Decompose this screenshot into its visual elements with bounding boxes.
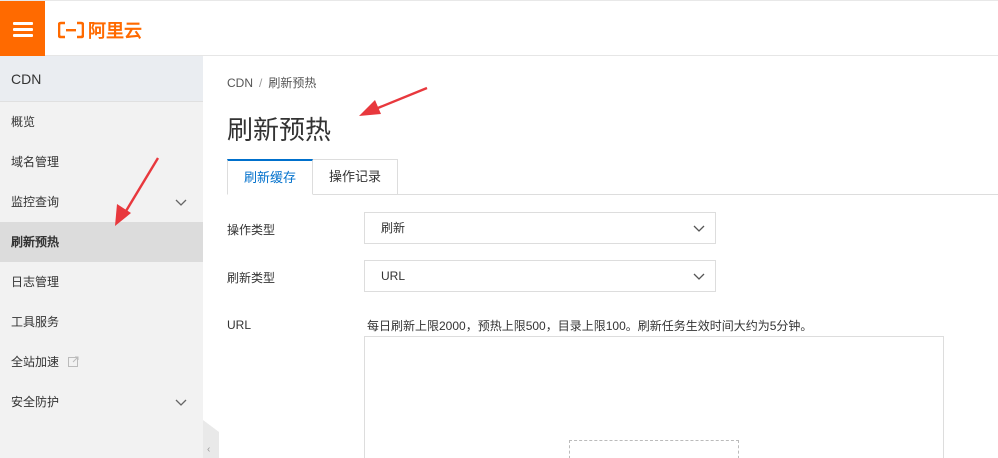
sidebar-item-refresh-preload[interactable]: 刷新预热 (0, 222, 203, 262)
sidebar-title: CDN (0, 56, 203, 102)
logo[interactable]: 阿里云 (58, 19, 142, 41)
sidebar-item-label: 域名管理 (11, 155, 60, 169)
tab-bar: 刷新缓存 操作记录 (227, 159, 399, 195)
sidebar-item-domain-management[interactable]: 域名管理 (0, 142, 203, 182)
sidebar-item-label: 日志管理 (11, 275, 60, 289)
url-hint: 每日刷新上限2000，预热上限500，目录上限100。刷新任务生效时间大约为5分… (367, 319, 813, 333)
breadcrumb-current: 刷新预热 (268, 76, 317, 90)
operation-type-value: 刷新 (381, 221, 406, 235)
hamburger-icon (12, 22, 33, 37)
chevron-down-icon (693, 225, 705, 232)
url-label: URL (227, 318, 252, 332)
sidebar-item-label: 全站加速 (11, 355, 60, 369)
external-link-icon (68, 356, 79, 368)
operation-type-select[interactable]: 刷新 (364, 212, 716, 244)
logo-text: 阿里云 (88, 21, 142, 41)
breadcrumb-separator: / (259, 76, 263, 90)
operation-type-label: 操作类型 (227, 223, 276, 237)
refresh-type-label: 刷新类型 (227, 271, 276, 285)
sidebar-item-label: 安全防护 (11, 395, 60, 409)
sidebar-item-label: 刷新预热 (11, 235, 60, 249)
sidebar: CDN 概览 域名管理 监控查询 刷新预热 日志管理 工具服务 全站加速 安全防… (0, 56, 203, 458)
sidebar-item-label: 监控查询 (11, 195, 60, 209)
breadcrumb-root[interactable]: CDN (227, 76, 253, 90)
sidebar-item-tool-services[interactable]: 工具服务 (0, 302, 203, 342)
sidebar-item-overview[interactable]: 概览 (0, 102, 203, 142)
tab-refresh-cache[interactable]: 刷新缓存 (227, 159, 314, 195)
chevron-down-icon (693, 273, 705, 280)
chevron-down-icon (175, 199, 187, 206)
aliyun-logo-icon (58, 21, 84, 39)
refresh-type-value: URL (381, 269, 406, 283)
tab-operation-records[interactable]: 操作记录 (313, 159, 399, 195)
sidebar-item-log-management[interactable]: 日志管理 (0, 262, 203, 302)
menu-button[interactable] (0, 1, 45, 57)
upload-dropzone[interactable] (569, 440, 739, 458)
breadcrumb: CDN / 刷新预热 (227, 74, 316, 91)
main-content: CDN / 刷新预热 刷新预热 刷新缓存 操作记录 操作类型 刷新 刷新类型 URL… (203, 56, 998, 458)
sidebar-item-monitoring[interactable]: 监控查询 (0, 182, 203, 222)
top-bar: 阿里云 (0, 0, 998, 57)
page-title: 刷新预热 (227, 115, 332, 145)
sidebar-item-label: 概览 (11, 115, 36, 129)
sidebar-item-label: 工具服务 (11, 315, 60, 329)
refresh-type-select[interactable]: URL (364, 260, 716, 292)
sidebar-item-security[interactable]: 安全防护 (0, 382, 203, 422)
sidebar-item-dcdn[interactable]: 全站加速 (0, 342, 203, 382)
chevron-down-icon (175, 399, 187, 406)
